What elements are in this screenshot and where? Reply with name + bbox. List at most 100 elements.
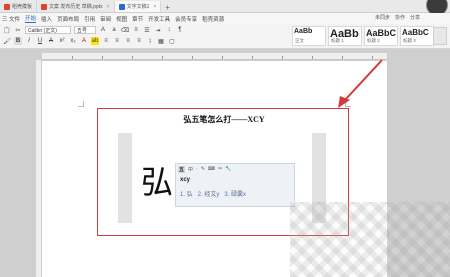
ribbon: 📋 ✂ Calibri (正文) 五号 A a ⌫ ≡ ☰ ⇥ ↕ ¶ 🖌 B … <box>0 24 450 49</box>
italic-icon[interactable]: I <box>25 37 33 45</box>
menu-review[interactable]: 审阅 <box>100 15 111 23</box>
style-sample: AaBb <box>294 28 313 35</box>
indent-icon[interactable]: ⇥ <box>154 26 162 34</box>
menu-docer-resources[interactable]: 稻壳资源 <box>202 15 224 23</box>
vertical-ruler[interactable] <box>36 60 41 277</box>
borders-icon[interactable]: ▢ <box>168 37 176 45</box>
line-spacing-icon[interactable]: ↨ <box>146 37 154 45</box>
language-toggle-icon: 中 <box>188 167 194 173</box>
ribbon-row-format: 🖌 B I U A x² x₂ A ab ≡ ≡ ≡ ≡ ↨ ▦ ▢ <box>3 37 176 45</box>
highlight-icon[interactable]: ab <box>91 37 99 45</box>
style-sample: AaBbC <box>402 28 429 37</box>
ruler-tick <box>72 56 73 59</box>
show-marks-icon[interactable]: ¶ <box>176 26 184 34</box>
bold-icon[interactable]: B <box>14 37 22 45</box>
ruler-tick <box>312 56 313 59</box>
ruler-tick <box>372 56 373 59</box>
align-center-icon[interactable]: ≡ <box>113 37 121 45</box>
scissors-icon: ✂ <box>218 166 223 172</box>
ruler-tick <box>102 56 103 59</box>
align-left-icon[interactable]: ≡ <box>102 37 110 45</box>
collaborate-button[interactable]: 协作 <box>395 14 405 21</box>
style-name: 标题 2 <box>367 38 380 43</box>
tab-label: 文案 发布历史 草稿.pptx <box>49 4 103 10</box>
style-name: 标题 3 <box>403 38 416 43</box>
horizontal-ruler[interactable] <box>42 53 387 60</box>
font-size-select[interactable]: 五号 <box>74 26 96 34</box>
keyboard-icon: ⌨ <box>207 166 216 172</box>
style-normal[interactable]: AaBb 正文 <box>292 26 326 46</box>
sort-icon[interactable]: ↕ <box>165 26 173 34</box>
new-tab-button[interactable]: + <box>161 3 174 12</box>
font-name-select[interactable]: Calibri (正文) <box>25 26 71 34</box>
clear-format-icon[interactable]: ⌫ <box>121 26 129 34</box>
underline-icon[interactable]: U <box>36 37 44 45</box>
document-icon <box>118 3 125 10</box>
punctuation-icon: · <box>196 166 198 172</box>
menu-references[interactable]: 引用 <box>84 15 95 23</box>
margin-corner <box>78 101 84 107</box>
sync-status[interactable]: 未同步 <box>375 14 390 21</box>
tab-bar: 稻壳模板 文案 发布历史 草稿.pptx × 文字文稿1 × + <box>0 0 450 16</box>
menu-home[interactable]: 开始 <box>25 14 37 23</box>
ruler-tick <box>342 56 343 59</box>
cut-icon[interactable]: ✂ <box>14 26 22 34</box>
ime-candidate-list: 1. 弘 2. 经文y 3. 碌囊x <box>180 189 246 198</box>
watermark <box>290 202 450 277</box>
style-heading-1[interactable]: AaBb 标题 1 <box>328 26 362 46</box>
ruler-tick <box>162 56 163 59</box>
strikethrough-icon[interactable]: A <box>47 37 55 45</box>
menu-developer[interactable]: 开发工具 <box>148 15 170 23</box>
docer-icon <box>4 3 10 10</box>
pen-icon: ✎ <box>200 166 205 172</box>
bullets-icon[interactable]: ≡ <box>132 26 140 34</box>
style-sample: AaBbC <box>366 28 397 38</box>
subscript-icon[interactable]: x₂ <box>69 37 77 45</box>
numbering-icon[interactable]: ☰ <box>143 26 151 34</box>
shrink-font-icon[interactable]: a <box>110 26 118 34</box>
margin-corner <box>345 101 351 107</box>
superscript-icon[interactable]: x² <box>58 37 66 45</box>
tab-ppt-file[interactable]: 文案 发布历史 草稿.pptx × <box>37 1 115 12</box>
ime-candidate: 2. 经文y <box>197 192 220 198</box>
style-heading-2[interactable]: AaBbC 标题 2 <box>364 26 398 46</box>
tab-document[interactable]: 文字文稿1 × <box>114 1 162 12</box>
justify-icon[interactable]: ≡ <box>135 37 143 45</box>
ime-input-code: xcy <box>180 177 191 183</box>
presentation-icon <box>41 3 48 10</box>
close-icon[interactable]: × <box>153 4 156 10</box>
style-name: 标题 1 <box>331 38 344 43</box>
wubi-logo-icon: 五 <box>178 166 186 173</box>
tab-docer-templates[interactable]: 稻壳模板 <box>0 1 38 12</box>
font-color-icon[interactable]: A <box>80 37 88 45</box>
menu-sections[interactable]: 章节 <box>132 15 143 23</box>
ime-candidate-panel: 五 中 · ✎ ⌨ ✂ 🔧 xcy 1. 弘 2. 经文y 3. 碌囊x <box>175 163 295 207</box>
share-button[interactable]: 分享 <box>410 14 420 21</box>
grow-font-icon[interactable]: A <box>99 26 107 34</box>
embedded-screenshot[interactable]: 弘 五 中 · ✎ ⌨ ✂ 🔧 xcy 1. 弘 2. 经文y 3. 碌囊x <box>136 158 296 218</box>
menu-page-layout[interactable]: 页面布局 <box>57 15 79 23</box>
style-heading-3[interactable]: AaBbC 标题 3 <box>400 26 434 46</box>
new-style-button[interactable] <box>433 27 447 45</box>
shading-icon[interactable]: ▦ <box>157 37 165 45</box>
menu-member[interactable]: 会员专享 <box>175 15 197 23</box>
menu-view[interactable]: 视图 <box>116 15 127 23</box>
menu-file[interactable]: 三 文件 <box>2 15 20 23</box>
menu-bar: 三 文件 开始 插入 页面布局 引用 审阅 视图 章节 开发工具 会员专享 稻壳… <box>0 13 450 24</box>
style-name: 正文 <box>295 38 304 43</box>
typed-character: 弘 <box>141 164 174 200</box>
ime-candidate: 3. 碌囊x <box>224 192 247 198</box>
document-title[interactable]: 弘五笔怎么打——XCY <box>98 114 350 125</box>
ruler-tick <box>192 56 193 59</box>
tab-label: 文字文稿1 <box>126 4 150 10</box>
menu-insert[interactable]: 插入 <box>41 15 52 23</box>
ruler-tick <box>222 56 223 59</box>
style-gallery: AaBb 正文 AaBb 标题 1 AaBbC 标题 2 AaBbC 标题 3 <box>292 26 434 46</box>
paste-icon[interactable]: 📋 <box>3 26 11 34</box>
align-right-icon[interactable]: ≡ <box>124 37 132 45</box>
close-icon[interactable]: × <box>107 4 110 10</box>
image-margin-left <box>118 133 132 223</box>
tab-label: 稻壳模板 <box>12 4 33 10</box>
format-painter-icon[interactable]: 🖌 <box>3 37 11 45</box>
ime-candidate: 1. 弘 <box>180 192 193 198</box>
